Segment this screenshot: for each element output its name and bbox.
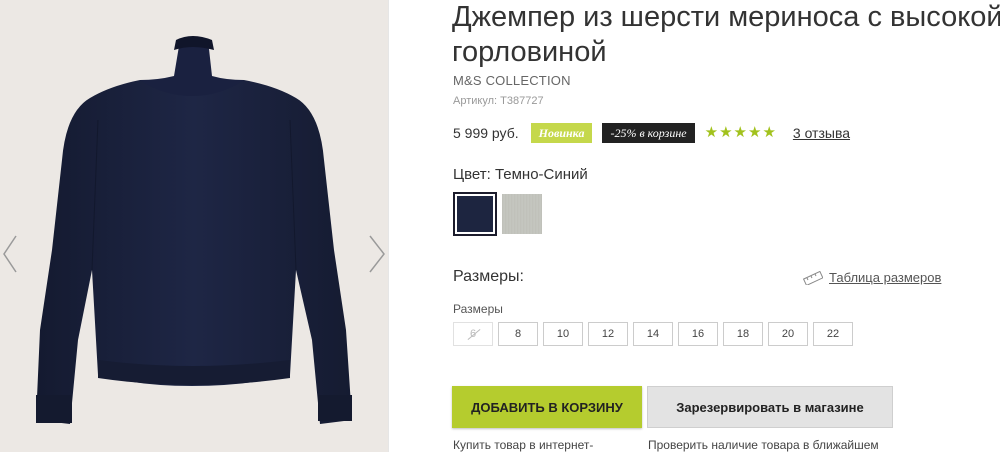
sizes-heading: Размеры: [453, 268, 524, 285]
reserve-in-store-button[interactable]: Зарезервировать в магазине [647, 386, 893, 428]
sku: Артикул: T387727 [453, 95, 544, 107]
price-row: 5 999 руб. Новинка -25% в корзине ★ ★ ★ … [453, 122, 850, 144]
size-option[interactable]: 12 [588, 322, 628, 346]
product-info: Джемпер из шерсти мериноса с высокой гор… [388, 0, 1000, 452]
star-icon: ★ [733, 124, 747, 141]
size-guide-link[interactable]: Таблица размеров [803, 270, 941, 285]
rating-stars: ★ ★ ★ ★ ★ [705, 125, 777, 141]
swatch-fill [502, 194, 542, 234]
ruler-icon [803, 270, 823, 285]
color-swatch-grey[interactable] [500, 192, 544, 236]
size-option[interactable]: 18 [723, 322, 763, 346]
reviews-link[interactable]: 3 отзыва [793, 125, 850, 141]
size-option[interactable]: 10 [543, 322, 583, 346]
new-badge: Новинка [530, 123, 593, 143]
product-gallery [0, 0, 388, 452]
add-to-cart-button[interactable]: ДОБАВИТЬ В КОРЗИНУ [452, 386, 642, 428]
star-icon: ★ [704, 124, 719, 141]
sku-value: T387727 [500, 95, 544, 107]
buy-online-note: Купить товар в интернет- [453, 438, 594, 452]
size-option[interactable]: 8 [498, 322, 538, 346]
gallery-prev-button[interactable] [0, 232, 22, 276]
size-option[interactable]: 20 [768, 322, 808, 346]
color-swatch-navy[interactable] [453, 192, 497, 236]
star-icon: ★ [762, 124, 776, 141]
check-stock-note: Проверить наличие товара в ближайшем [648, 438, 879, 452]
size-option[interactable]: 16 [678, 322, 718, 346]
color-label: Цвет: Темно-Синий [453, 166, 588, 183]
sizes-sublabel: Размеры [453, 302, 503, 316]
swatch-fill [457, 196, 493, 232]
size-options: 6 8 10 12 14 16 18 20 22 [453, 322, 858, 346]
price: 5 999 руб. [453, 125, 519, 141]
brand-name: M&S COLLECTION [453, 73, 571, 88]
star-icon: ★ [747, 124, 762, 141]
star-icon: ★ [719, 124, 733, 141]
sale-badge: -25% в корзине [602, 123, 695, 143]
gallery-next-button[interactable] [366, 232, 388, 276]
size-option[interactable]: 22 [813, 322, 853, 346]
sku-label: Артикул: [453, 95, 498, 107]
size-option[interactable]: 6 [453, 322, 493, 346]
size-option[interactable]: 14 [633, 322, 673, 346]
product-image [36, 36, 352, 424]
chevron-left-icon [3, 235, 17, 273]
product-title: Джемпер из шерсти мериноса с высокой гор… [452, 1, 1000, 68]
chevron-right-icon [369, 235, 385, 273]
size-guide-label: Таблица размеров [829, 270, 942, 285]
